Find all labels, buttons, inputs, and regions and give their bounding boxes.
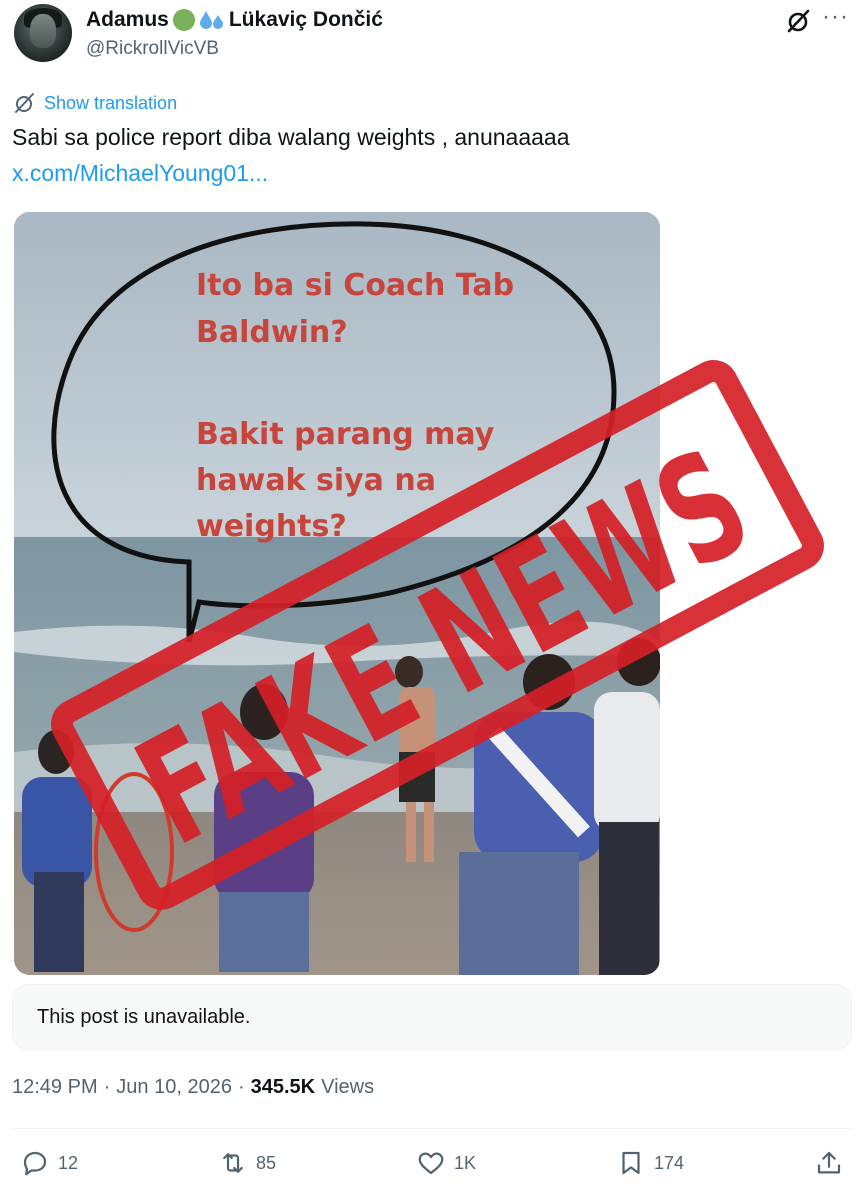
bookmark-button[interactable]: 174 (616, 1148, 684, 1178)
reply-button[interactable]: 12 (20, 1148, 78, 1178)
share-button[interactable] (814, 1148, 844, 1178)
bubble-text-line-2: Baldwin? (196, 315, 348, 350)
author-display-name-suffix[interactable]: Lükaviç Dončić (229, 8, 383, 32)
tweet-link[interactable]: x.com/MichaelYoung01... (12, 160, 268, 187)
like-button[interactable]: 1K (416, 1148, 476, 1178)
repost-count: 85 (256, 1152, 277, 1173)
views-label: Views (321, 1076, 375, 1098)
post-time[interactable]: 12:49 PM (12, 1076, 98, 1099)
show-translation-label[interactable]: Show translation (44, 93, 177, 114)
bookmark-count: 174 (654, 1152, 685, 1173)
grok-icon[interactable] (786, 8, 812, 34)
more-options-icon[interactable]: ··· (822, 5, 849, 29)
repost-icon (223, 1153, 243, 1173)
like-count: 1K (454, 1152, 477, 1173)
bubble-text-line-5: weights? (196, 509, 347, 544)
heart-icon (418, 1152, 444, 1175)
author-name-row[interactable]: Adamus Lükaviç Dončić (86, 8, 383, 32)
share-icon (817, 1151, 841, 1174)
tweet-post: Adamus Lükaviç Dončić @RickrollVicVB ···… (0, 0, 864, 1184)
quoted-post-unavailable: This post is unavailable. (12, 984, 852, 1050)
show-translation-button[interactable]: Show translation (14, 92, 177, 114)
author-display-name[interactable]: Adamus (86, 8, 169, 32)
green-circle-emoji-icon (172, 9, 195, 31)
repost-button[interactable]: 85 (218, 1148, 276, 1178)
reply-count: 12 (58, 1152, 79, 1173)
bubble-text-line-1: Ito ba si Coach Tab (196, 268, 514, 303)
bubble-text-line-3: Bakit parang may (196, 417, 495, 452)
author-handle[interactable]: @RickrollVicVB (86, 38, 219, 60)
unavailable-text: This post is unavailable. (37, 1005, 251, 1028)
tweet-text: Sabi sa police report diba walang weight… (12, 124, 570, 150)
sweat-droplets-emoji-icon (199, 11, 223, 29)
views-count: 345.5K (250, 1076, 316, 1098)
post-date[interactable]: Jun 10, 2026 (116, 1076, 232, 1099)
meta-separator: · (103, 1076, 111, 1098)
grok-translate-icon (15, 93, 34, 113)
avatar[interactable] (14, 4, 72, 62)
post-meta: 12:49 PM · Jun 10, 2026 · 345.5K Views (12, 1076, 374, 1099)
meta-separator: · (237, 1076, 245, 1098)
bubble-text-line-4: hawak siya na (196, 463, 436, 498)
tweet-image[interactable]: Ito ba si Coach Tab Baldwin? Bakit paran… (14, 212, 660, 975)
reply-icon (23, 1151, 47, 1176)
bookmark-icon (622, 1151, 640, 1175)
divider (12, 1128, 852, 1129)
